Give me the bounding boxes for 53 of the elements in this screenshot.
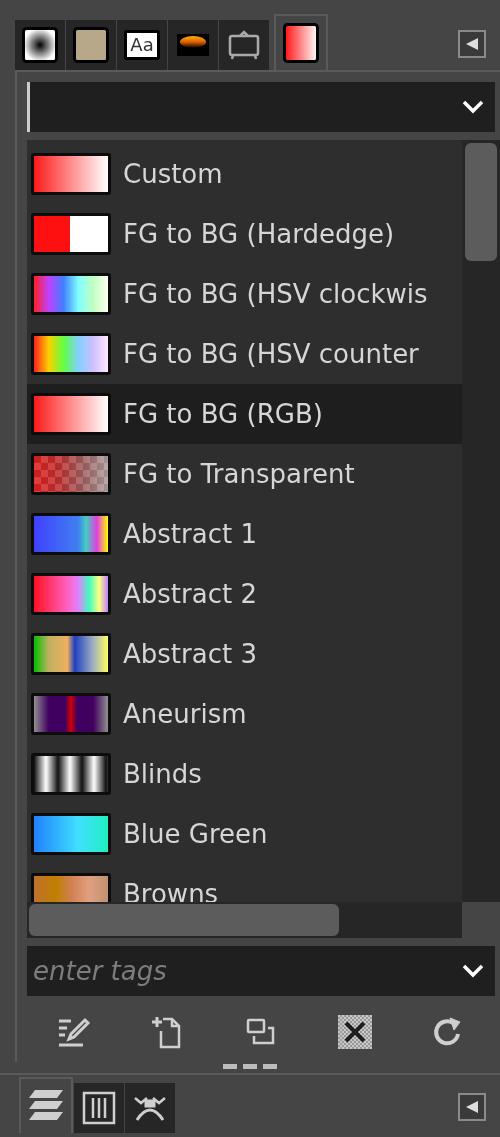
gradient-preview-icon: [31, 213, 111, 255]
dock-tab[interactable]: [15, 20, 65, 70]
gradient-list-item[interactable]: Aneurism: [27, 684, 462, 744]
gradient-preview-icon: [31, 333, 111, 375]
dock-tab[interactable]: [74, 1083, 124, 1133]
dock-tab[interactable]: [274, 14, 328, 70]
dock-tab[interactable]: [66, 20, 116, 70]
dock-menu-button[interactable]: [458, 30, 486, 58]
gradient-preview-icon: [31, 393, 111, 435]
gradient-preview-icon: [31, 693, 111, 735]
pattern-icon: [73, 27, 109, 63]
gradient-preview-icon: [31, 453, 111, 495]
dock-menu-button[interactable]: [458, 1093, 486, 1121]
monitor-icon: [227, 28, 261, 62]
vertical-scrollbar[interactable]: [462, 140, 500, 902]
chevron-down-icon: [462, 964, 484, 978]
palette-icon: [177, 34, 209, 56]
gradient-list-item[interactable]: Abstract 1: [27, 504, 462, 564]
dock-tab[interactable]: [19, 1077, 73, 1133]
gradient-list-item[interactable]: Browns: [27, 864, 462, 902]
dropdown-button[interactable]: [451, 82, 495, 132]
gradient-preview-icon: [31, 513, 111, 555]
tags-field[interactable]: enter tags: [27, 946, 451, 996]
dock-tab[interactable]: Aa: [117, 20, 167, 70]
chevron-down-icon: [462, 100, 484, 114]
brush-icon: [22, 27, 58, 63]
gradient-list-item[interactable]: Blinds: [27, 744, 462, 804]
triangle-left-icon: [464, 36, 480, 52]
paths-icon: [133, 1094, 167, 1122]
gradient-preview-icon: [31, 273, 111, 315]
horizontal-scrollbar[interactable]: [27, 902, 462, 938]
gradient-list-item[interactable]: Abstract 2: [27, 564, 462, 624]
gradient-icon: [283, 23, 319, 63]
gradient-list-item[interactable]: Abstract 3: [27, 624, 462, 684]
gradient-preview-icon: [31, 753, 111, 795]
dock-tab[interactable]: [125, 1083, 175, 1133]
dropdown-button[interactable]: [451, 946, 495, 996]
gradient-preview-icon: [31, 633, 111, 675]
gradient-preview-icon: [31, 813, 111, 855]
gradient-list-item[interactable]: FG to BG (Hardedge): [27, 204, 462, 264]
gradient-list-item[interactable]: Blue Green: [27, 804, 462, 864]
gradient-list-item[interactable]: FG to BG (HSV clockwis: [27, 264, 462, 324]
dock-tab[interactable]: [219, 20, 269, 70]
gradient-list-item[interactable]: FG to Transparent: [27, 444, 462, 504]
gradient-list-item[interactable]: FG to BG (HSV counter: [27, 324, 462, 384]
gradient-list-item[interactable]: Custom: [27, 144, 462, 204]
dock-tab[interactable]: [168, 20, 218, 70]
gradient-preview-icon: [31, 573, 111, 615]
gradient-list-item[interactable]: FG to BG (RGB): [27, 384, 462, 444]
gradient-preview-icon: [31, 153, 111, 195]
filter-field[interactable]: [27, 82, 451, 132]
channels-icon: [82, 1091, 116, 1125]
triangle-left-icon: [464, 1099, 480, 1115]
